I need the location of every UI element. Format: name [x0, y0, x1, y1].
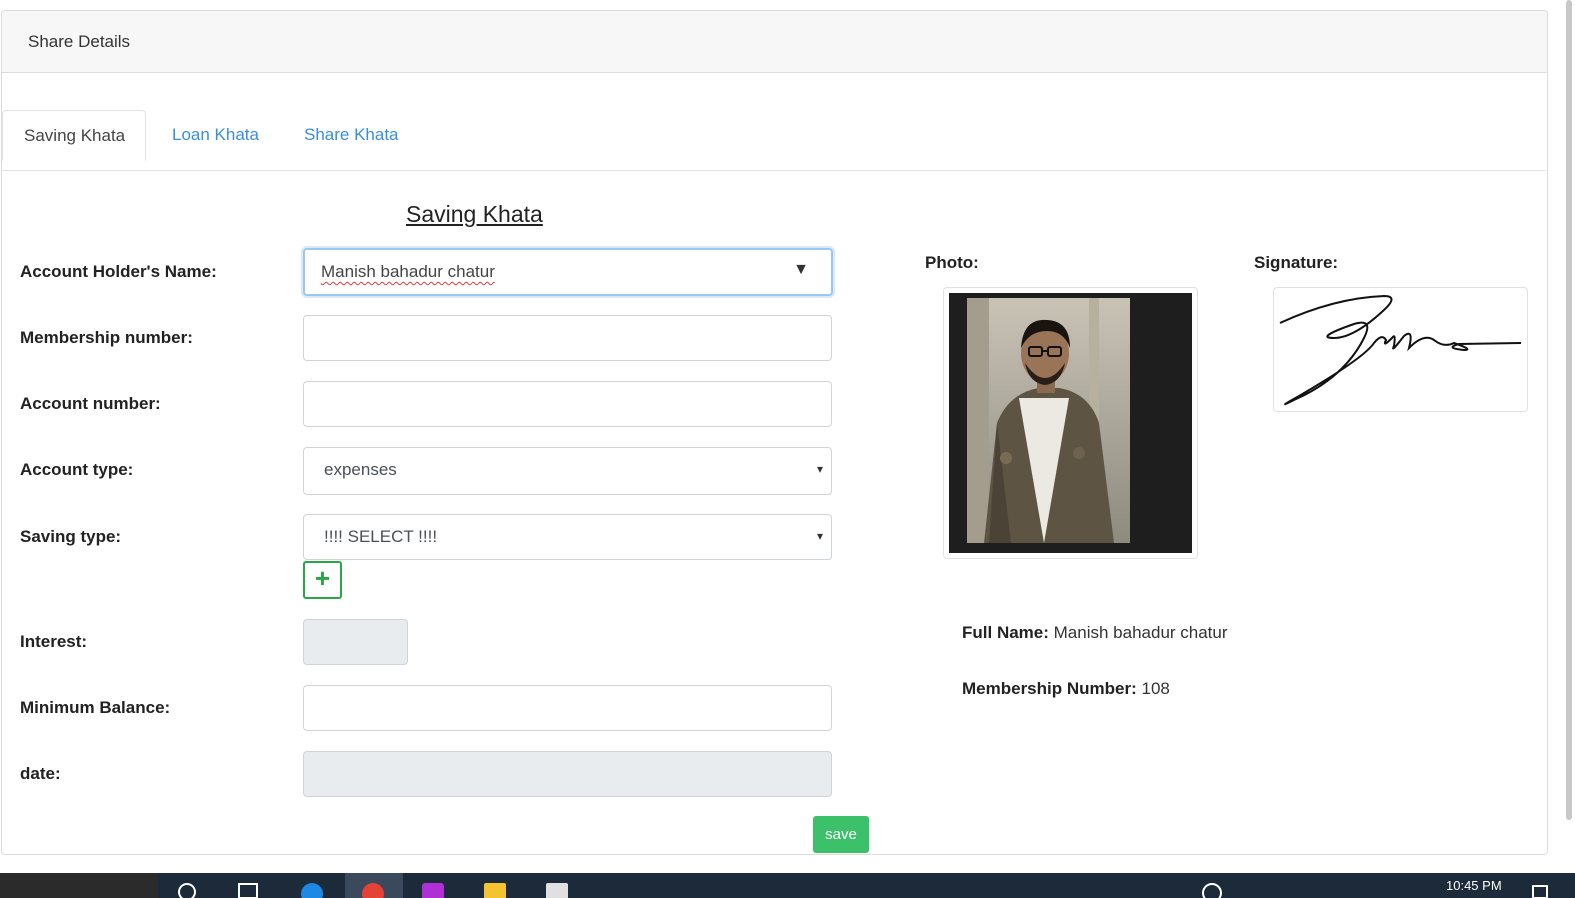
full-name-row: Full Name: Manish bahadur chatur — [962, 623, 1228, 643]
taskbar-clock[interactable]: 10:45 PM — [1446, 878, 1502, 893]
membership-number-input[interactable] — [303, 315, 832, 361]
member-photo — [943, 287, 1198, 559]
save-button[interactable]: save — [813, 816, 869, 853]
minimum-balance-input[interactable] — [303, 685, 832, 731]
account-type-value: expenses — [324, 460, 397, 479]
chrome-browser-icon[interactable] — [362, 883, 384, 898]
network-status-icon[interactable] — [1202, 883, 1222, 898]
membership-number-value: 108 — [1141, 679, 1170, 698]
tab-saving-khata[interactable]: Saving Khata — [2, 110, 147, 161]
member-signature — [1273, 287, 1528, 412]
account-holder-label: Account Holder's Name: — [20, 262, 217, 281]
notifications-icon[interactable] — [1532, 885, 1548, 898]
saving-type-value: !!!! SELECT !!!! — [324, 527, 438, 546]
dropdown-arrow-icon: ▼ — [793, 261, 809, 278]
add-saving-type-button[interactable]: + — [303, 561, 342, 599]
full-name-label: Full Name: — [962, 623, 1049, 642]
date-input[interactable] — [303, 751, 832, 797]
task-view-icon[interactable] — [238, 883, 258, 898]
tab-bar: Saving Khata Loan Khata Share Khata — [1, 110, 1546, 171]
interest-input[interactable] — [303, 619, 408, 665]
account-holder-select[interactable]: Manish bahadur chatur ▼ — [303, 248, 833, 296]
account-number-label: Account number: — [20, 394, 161, 413]
photo-image — [949, 293, 1192, 553]
signature-image-icon — [1279, 294, 1522, 406]
membership-number-label: Membership number: — [20, 328, 193, 347]
person-photo-icon — [967, 298, 1130, 543]
document-app-icon[interactable] — [546, 883, 568, 898]
saving-type-select[interactable]: !!!! SELECT !!!! ▾ — [303, 514, 832, 560]
tab-loan-khata[interactable]: Loan Khata — [172, 110, 259, 160]
phpstorm-icon[interactable] — [422, 883, 444, 898]
membership-number-row: Membership Number: 108 — [962, 679, 1170, 699]
scrollbar-thumb[interactable] — [1566, 0, 1572, 820]
minimum-balance-label: Minimum Balance: — [20, 698, 171, 717]
select-arrow-icon: ▾ — [816, 529, 823, 543]
taskbar-search-area[interactable] — [0, 873, 158, 898]
date-label: date: — [20, 764, 61, 783]
account-type-select[interactable]: expenses ▾ — [303, 447, 832, 495]
account-holder-value: Manish bahadur chatur — [321, 262, 495, 281]
vertical-scrollbar[interactable] — [1563, 0, 1575, 875]
select-arrow-icon: ▾ — [816, 462, 823, 476]
full-name-value: Manish bahadur chatur — [1053, 623, 1228, 642]
account-type-label: Account type: — [20, 460, 134, 479]
card-header: Share Details — [2, 11, 1547, 73]
windows-taskbar: 10:45 PM — [0, 873, 1575, 898]
interest-label: Interest: — [20, 632, 88, 651]
edge-browser-icon[interactable] — [301, 883, 323, 898]
tab-share-khata[interactable]: Share Khata — [304, 110, 399, 160]
form-title: Saving Khata — [406, 201, 543, 227]
signature-label: Signature: — [1254, 253, 1339, 272]
file-explorer-icon[interactable] — [484, 883, 506, 898]
account-number-input[interactable] — [303, 381, 832, 427]
membership-number-info-label: Membership Number: — [962, 679, 1137, 698]
saving-type-label: Saving type: — [20, 527, 122, 546]
search-icon[interactable] — [178, 883, 196, 898]
photo-label: Photo: — [925, 253, 979, 272]
